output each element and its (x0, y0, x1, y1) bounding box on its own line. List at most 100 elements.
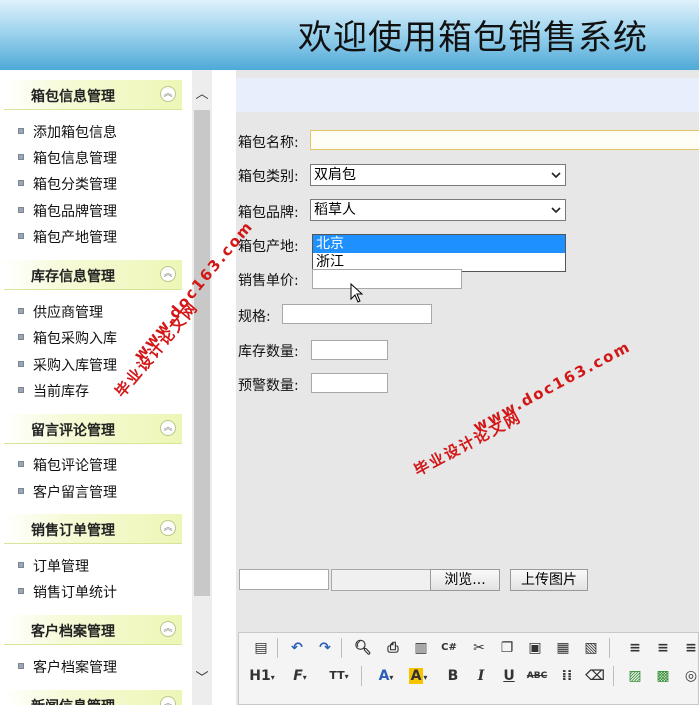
paste-icon[interactable]: ▣ (525, 638, 545, 658)
menu-item-bag-comments[interactable]: 箱包评论管理 (18, 455, 117, 477)
warning-quantity-input[interactable] (311, 373, 388, 393)
cut-icon[interactable]: ✂ (469, 638, 489, 658)
stock-quantity-input[interactable] (311, 340, 388, 360)
menu-group-orders[interactable]: 销售订单管理 ︽ (4, 514, 182, 544)
menu-item-bag-origin[interactable]: 箱包产地管理 (18, 227, 117, 249)
app-title: 欢迎使用箱包销售系统 (298, 18, 648, 58)
menu-group-bag-info[interactable]: 箱包信息管理 ︽ (4, 80, 182, 110)
bullet-icon (18, 207, 24, 213)
menu-item-customer-messages[interactable]: 客户留言管理 (18, 482, 117, 504)
italic-icon[interactable]: I (471, 666, 491, 686)
insert-image-icon[interactable]: ▨ (625, 666, 645, 686)
paste-word-icon[interactable]: ▧ (581, 638, 601, 658)
scrollbar-thumb[interactable] (194, 110, 210, 596)
bullet-icon (18, 334, 24, 340)
preview-icon[interactable]: 🔍︎ (353, 638, 373, 658)
double-chevron-up-icon[interactable]: ︽ (160, 86, 176, 102)
bullet-icon (18, 387, 24, 393)
menu-item-customer-records[interactable]: 客户档案管理 (18, 657, 117, 679)
stock-label: 库存数量: (238, 344, 299, 360)
underline-icon[interactable]: U (499, 666, 519, 686)
bullet-icon (18, 488, 24, 494)
menu-item-purchase-in[interactable]: 箱包采购入库 (18, 328, 117, 350)
file-input[interactable] (331, 569, 431, 591)
template-icon[interactable]: ▥ (411, 638, 431, 658)
menu-group-customers[interactable]: 客户档案管理 ︽ (4, 615, 182, 645)
menu-item-purchase-manage[interactable]: 采购入库管理 (18, 355, 117, 377)
font-family-icon[interactable]: F▾ (287, 666, 313, 686)
select-all-icon[interactable]: ⁞⁞ (557, 666, 577, 686)
mouse-pointer-icon (350, 283, 364, 303)
undo-icon[interactable]: ↶ (287, 638, 307, 658)
chevron-down-icon (551, 207, 561, 214)
bullet-icon (18, 308, 24, 314)
insert-flash-icon[interactable]: ◎ (681, 666, 699, 686)
paste-text-icon[interactable]: ▦ (553, 638, 573, 658)
menu-item-bag-category[interactable]: 箱包分类管理 (18, 174, 117, 196)
browse-button[interactable]: 浏览... (430, 569, 500, 591)
brand-select[interactable]: 稻草人 (310, 199, 566, 221)
origin-dropdown-list[interactable]: 北京 浙江 (312, 234, 566, 272)
menu-group-title: 库存信息管理 (31, 269, 115, 285)
menu-group-title: 客户档案管理 (31, 624, 115, 640)
warn-label: 预警数量: (238, 378, 299, 394)
heading-icon[interactable]: H1▾ (249, 666, 275, 686)
highlight-icon[interactable]: A ▾ (405, 666, 431, 686)
font-size-icon[interactable]: TT▾ (325, 666, 353, 686)
menu-item-order-stats[interactable]: 销售订单统计 (18, 582, 117, 604)
menu-item-order-manage[interactable]: 订单管理 (18, 556, 89, 578)
spec-input[interactable] (282, 304, 432, 324)
source-icon[interactable]: ▤ (251, 638, 271, 658)
redo-icon[interactable]: ↷ (315, 638, 335, 658)
category-label: 箱包类别: (238, 169, 299, 185)
chevron-down-icon (551, 172, 561, 179)
bullet-icon (18, 588, 24, 594)
app-header: 欢迎使用箱包销售系统 (0, 0, 699, 70)
toolbar-separator (277, 638, 278, 658)
toolbar-separator (609, 638, 610, 658)
align-right-icon[interactable]: ≡ (681, 638, 699, 658)
price-label: 销售单价: (238, 273, 299, 289)
menu-item-bag-manage[interactable]: 箱包信息管理 (18, 148, 117, 170)
menu-group-stock[interactable]: 库存信息管理 ︽ (4, 260, 182, 290)
menu-group-title: 新闻信息管理 (4, 696, 142, 705)
double-chevron-up-icon[interactable]: ︽ (160, 696, 176, 705)
copy-icon[interactable]: ❐ (497, 638, 517, 658)
strikethrough-icon[interactable]: ABC (525, 666, 549, 686)
menu-item-supplier[interactable]: 供应商管理 (18, 302, 103, 324)
scroll-down-icon[interactable]: ﹀ (192, 668, 212, 690)
bullet-icon (18, 562, 24, 568)
sidebar-scrollbar[interactable]: ︿ ﹀ (192, 70, 212, 705)
align-left-icon[interactable]: ≡ (625, 638, 645, 658)
form-header-band (236, 78, 699, 112)
align-center-icon[interactable]: ≡ (653, 638, 673, 658)
scroll-up-icon[interactable]: ︿ (192, 84, 212, 106)
price-input[interactable] (312, 269, 462, 289)
double-chevron-up-icon[interactable]: ︽ (160, 420, 176, 436)
print-icon[interactable]: ⎙ (383, 638, 403, 658)
double-chevron-up-icon[interactable]: ︽ (160, 621, 176, 637)
double-chevron-up-icon[interactable]: ︽ (160, 520, 176, 536)
toolbar-separator (613, 666, 614, 686)
bold-icon[interactable]: B (443, 666, 463, 686)
image-path-input[interactable] (239, 569, 329, 590)
eraser-icon[interactable]: ⌫ (585, 666, 605, 686)
category-select[interactable]: 双肩包 (310, 164, 566, 186)
font-color-icon[interactable]: A▾ (373, 666, 399, 686)
double-chevron-up-icon[interactable]: ︽ (160, 266, 176, 282)
insert-multi-image-icon[interactable]: ▩ (653, 666, 673, 686)
menu-group-news[interactable]: 新闻信息管理 ︽ (4, 690, 182, 705)
menu-item-add-bag[interactable]: 添加箱包信息 (18, 122, 117, 144)
rich-text-editor-toolbar: ▤ ↶ ↷ 🔍︎ ⎙ ▥ C# ✂ ❐ ▣ ▦ ▧ ≡ ≡ ≡ H1▾ F▾ T… (238, 632, 699, 705)
name-label: 箱包名称: (238, 135, 299, 151)
origin-option-beijing[interactable]: 北京 (313, 235, 565, 253)
upload-image-button[interactable]: 上传图片 (510, 569, 588, 591)
code-icon[interactable]: C# (439, 638, 459, 658)
menu-item-bag-brand[interactable]: 箱包品牌管理 (18, 201, 117, 223)
bullet-icon (18, 461, 24, 467)
bullet-icon (18, 154, 24, 160)
menu-item-current-stock[interactable]: 当前库存 (18, 381, 89, 403)
bullet-icon (18, 233, 24, 239)
bag-name-input[interactable] (310, 130, 699, 150)
menu-group-comments[interactable]: 留言评论管理 ︽ (4, 414, 182, 444)
